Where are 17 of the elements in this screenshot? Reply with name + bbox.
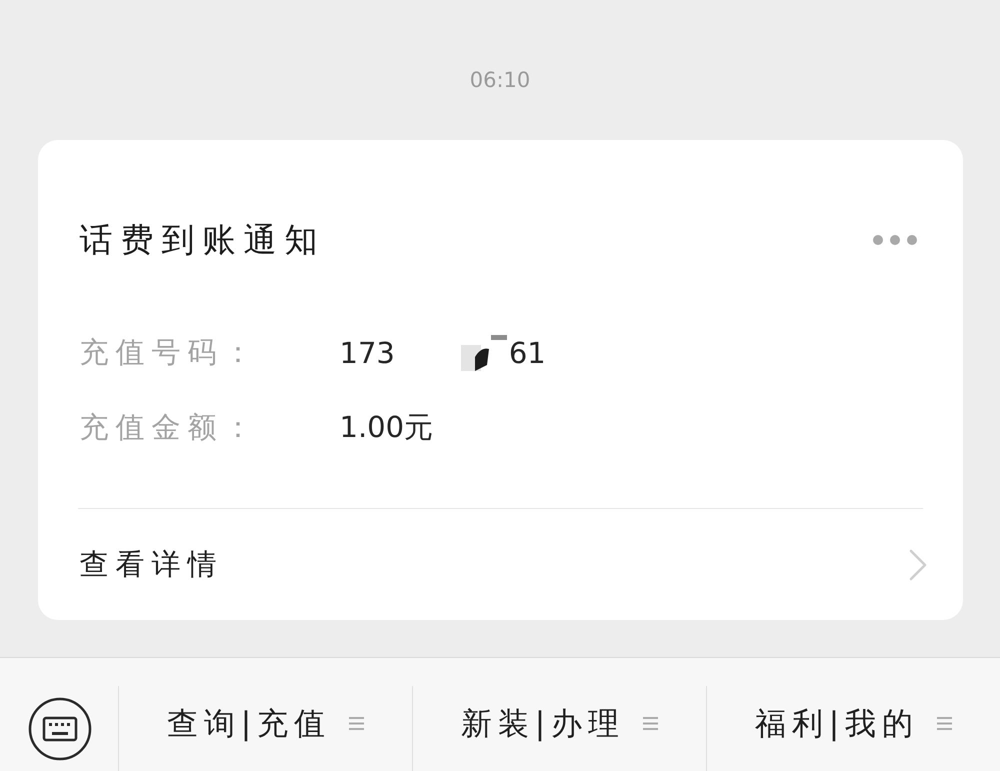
menu-icon <box>937 717 952 730</box>
keyboard-icon[interactable] <box>28 696 92 760</box>
menu-button[interactable]: 福利|我的 <box>706 686 1000 771</box>
menu-button[interactable]: 查询|充值 <box>118 686 412 771</box>
field-value: 1.00元 <box>340 409 434 446</box>
field-label: 充值金额： <box>80 409 260 446</box>
menu-button[interactable]: 新装|办理 <box>412 686 706 771</box>
message-time: 06:10 <box>470 67 530 94</box>
view-details-link[interactable]: 查看详情 <box>80 544 224 584</box>
notification-title: 话费到账通知 <box>80 220 326 260</box>
menu-icon <box>643 717 658 730</box>
field-label: 充值号码： <box>80 334 260 371</box>
field-value: 173 <box>340 336 395 370</box>
menu-icon <box>349 717 364 730</box>
field-value: 61 <box>508 336 546 370</box>
more-icon[interactable] <box>872 235 916 245</box>
chevron-right-icon[interactable] <box>908 548 926 580</box>
